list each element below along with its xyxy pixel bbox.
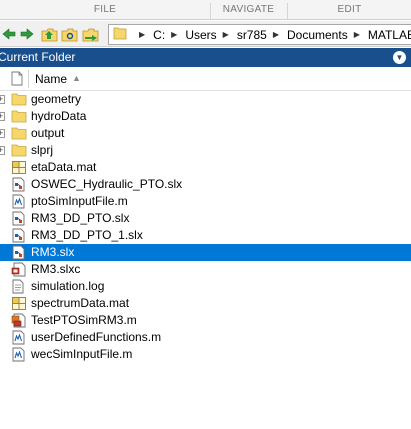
m-file-icon xyxy=(11,194,27,209)
file-name: etaData.mat xyxy=(31,160,97,174)
folder-row[interactable]: + output xyxy=(0,125,411,142)
simulink-model-icon xyxy=(11,245,27,260)
folder-row[interactable]: + geometry xyxy=(0,91,411,108)
go-to-folder-button[interactable] xyxy=(82,25,100,43)
ribbon-section-file: FILE xyxy=(93,4,117,15)
file-row[interactable]: simulation.log xyxy=(0,278,411,295)
simulink-model-icon xyxy=(11,177,27,192)
path-chevron-icon: ▶ xyxy=(222,30,229,39)
file-row[interactable]: RM3.slxc xyxy=(0,261,411,278)
file-name: TestPTOSimRM3.m xyxy=(31,313,137,327)
up-one-level-button[interactable] xyxy=(40,25,58,43)
file-type-column-icon[interactable] xyxy=(11,71,23,89)
folder-up-icon xyxy=(41,28,57,41)
folder-row[interactable]: + hydroData xyxy=(0,108,411,125)
folder-icon xyxy=(11,109,27,124)
forward-button[interactable] xyxy=(18,25,36,43)
file-name: RM3.slx xyxy=(31,245,75,259)
file-name: output xyxy=(31,126,65,140)
ribbon-section-strip: FILE NAVIGATE EDIT xyxy=(0,0,411,20)
class-file-icon xyxy=(11,313,27,328)
file-row[interactable]: RM3_DD_PTO.slx xyxy=(0,210,411,227)
folder-icon xyxy=(11,143,27,158)
file-row[interactable]: userDefinedFunctions.m xyxy=(0,329,411,346)
file-row[interactable]: TestPTOSimRM3.m xyxy=(0,312,411,329)
expand-toggle-icon[interactable]: + xyxy=(0,95,5,104)
mat-file-icon xyxy=(11,160,27,175)
file-row[interactable]: OSWEC_Hydraulic_PTO.slx xyxy=(0,176,411,193)
path-chevron-icon: ▶ xyxy=(272,30,279,39)
file-name: simulation.log xyxy=(31,279,105,293)
file-row[interactable]: spectrumData.mat xyxy=(0,295,411,312)
file-name: spectrumData.mat xyxy=(31,296,130,310)
file-name: OSWEC_Hydraulic_PTO.slx xyxy=(31,177,183,191)
simulink-model-icon xyxy=(11,211,27,226)
ribbon-section-edit: EDIT xyxy=(337,4,362,15)
path-segment-matlab[interactable]: MATLAB xyxy=(368,28,411,42)
path-segment-user[interactable]: sr785 xyxy=(237,28,267,42)
file-name: wecSimInputFile.m xyxy=(31,347,133,361)
file-row[interactable]: etaData.mat xyxy=(0,159,411,176)
ribbon-section-navigate: NAVIGATE xyxy=(222,4,275,15)
mat-file-icon xyxy=(11,296,27,311)
path-chevron-icon: ▶ xyxy=(139,30,146,39)
address-bar[interactable]: ▶ C: ▶ Users ▶ sr785 ▶ Documents ▶ MATLA… xyxy=(108,24,411,45)
forward-arrow-icon xyxy=(20,28,34,40)
path-chevron-icon: ▶ xyxy=(171,30,178,39)
expand-toggle-icon[interactable]: + xyxy=(0,146,5,155)
file-name: slprj xyxy=(31,143,54,157)
file-name: RM3_DD_PTO_1.slx xyxy=(31,228,143,242)
expand-toggle-icon[interactable]: + xyxy=(0,112,5,121)
file-name: geometry xyxy=(31,92,82,106)
slxc-file-icon xyxy=(11,262,27,277)
path-chevron-icon: ▶ xyxy=(353,30,360,39)
folder-icon xyxy=(113,26,127,43)
column-divider xyxy=(28,70,29,88)
text-file-icon xyxy=(11,279,27,294)
file-list: + geometry + hydroData + output + slprj etaData.… xyxy=(0,91,411,363)
panel-actions-menu-icon[interactable]: ▼ xyxy=(393,51,406,64)
folder-row[interactable]: + slprj xyxy=(0,142,411,159)
name-column-header[interactable]: Name xyxy=(35,72,67,86)
column-header: Name ▲ xyxy=(0,67,411,91)
current-folder-title-bar: Current Folder ▼ xyxy=(0,48,411,67)
file-name: RM3.slxc xyxy=(31,262,81,276)
file-row[interactable]: ptoSimInputFile.m xyxy=(0,193,411,210)
back-button[interactable] xyxy=(0,25,18,43)
expand-toggle-icon[interactable]: + xyxy=(0,129,5,138)
path-segment-drive[interactable]: C: xyxy=(153,28,165,42)
browse-folder-button[interactable] xyxy=(60,25,78,43)
m-file-icon xyxy=(11,330,27,345)
file-row[interactable]: RM3.slx xyxy=(0,244,411,261)
folder-icon xyxy=(11,126,27,141)
panel-title: Current Folder xyxy=(0,50,76,64)
m-file-icon xyxy=(11,347,27,362)
file-name: ptoSimInputFile.m xyxy=(31,194,128,208)
file-row[interactable]: wecSimInputFile.m xyxy=(0,346,411,363)
sort-ascending-icon: ▲ xyxy=(72,73,81,83)
back-arrow-icon xyxy=(2,28,16,40)
navigation-toolbar: ▶ C: ▶ Users ▶ sr785 ▶ Documents ▶ MATLA… xyxy=(0,21,411,47)
folder-icon xyxy=(11,92,27,107)
file-name: userDefinedFunctions.m xyxy=(31,330,162,344)
file-name: RM3_DD_PTO.slx xyxy=(31,211,130,225)
path-segment-users[interactable]: Users xyxy=(185,28,216,42)
simulink-model-icon xyxy=(11,228,27,243)
path-segment-documents[interactable]: Documents xyxy=(287,28,348,42)
file-name: hydroData xyxy=(31,109,87,123)
folder-arrow-icon xyxy=(82,28,99,41)
browse-folder-icon xyxy=(61,28,77,41)
file-row[interactable]: RM3_DD_PTO_1.slx xyxy=(0,227,411,244)
